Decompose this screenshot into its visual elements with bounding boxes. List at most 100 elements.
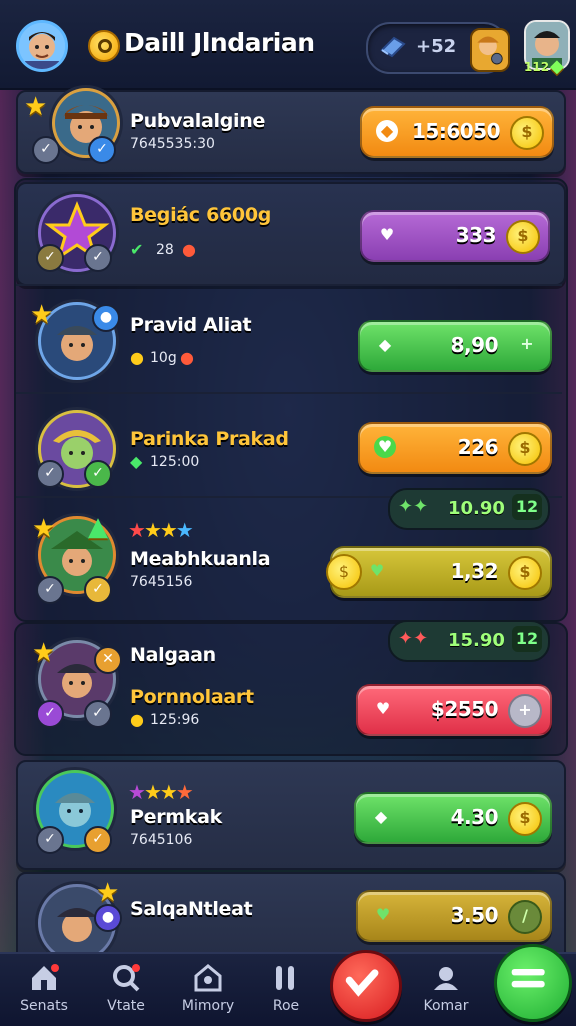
player-stat: 7645106: [130, 832, 193, 848]
close-icon: ✕: [94, 646, 122, 674]
heart-icon: ♥: [375, 699, 391, 718]
coin-icon: $: [326, 554, 362, 590]
nav-label: Mimory: [181, 998, 235, 1014]
menu-button[interactable]: [494, 944, 572, 1022]
star-icon: ★: [32, 514, 56, 544]
star-icon: ★: [30, 300, 54, 330]
currency-value: +52: [416, 36, 457, 57]
player-name: Nalgaan: [130, 644, 216, 666]
rating-stars: ★★★★: [128, 780, 194, 804]
divider: [16, 392, 562, 394]
star-icon: ★: [32, 638, 56, 668]
star-icon: ★: [96, 878, 120, 908]
check-icon: ✓: [84, 460, 112, 488]
bid-button[interactable]: ♥ 226 $: [358, 422, 552, 474]
sparkle-icon: ✦✦: [398, 628, 429, 649]
player-name: Pravid Aliat: [130, 314, 252, 336]
reward-pill[interactable]: ✦✦ 15.90 12: [388, 620, 550, 662]
divider: [16, 284, 562, 286]
player-name: Begiác 6600g: [130, 204, 272, 226]
bid-button[interactable]: ◆ 4.30 $: [354, 792, 552, 844]
nav-item-roe[interactable]: Roe: [246, 954, 326, 1026]
check-icon: ✓: [84, 244, 112, 272]
nav-item-home[interactable]: Senats: [4, 954, 84, 1026]
reward-badge: 12: [512, 494, 542, 520]
player-stat: 125:00: [150, 454, 200, 470]
nav-item-komar[interactable]: Komar: [406, 954, 486, 1026]
player-title: Pornnolaart: [130, 686, 254, 708]
hero-icon: [470, 28, 510, 72]
info-icon: ●: [92, 304, 120, 332]
reward-value: 10.90: [448, 498, 505, 519]
search-icon: [113, 964, 140, 992]
rating-stars: ★★★★: [128, 518, 194, 542]
check-icon: ✓: [84, 826, 112, 854]
heart-icon: ♥: [379, 225, 395, 244]
gem-icon: ◆: [378, 335, 392, 354]
top-bar: Daill Jlndarian +52 112 ◆: [0, 0, 576, 90]
player-stat: 10g: [150, 350, 177, 366]
player-stat: 28: [156, 242, 174, 258]
bid-button[interactable]: ◆ 8,90 +: [358, 320, 552, 372]
bid-button[interactable]: ♥ 3.50 /: [356, 890, 552, 942]
action-button[interactable]: [330, 950, 402, 1022]
player-stat: 7645156: [130, 574, 193, 590]
info-icon: ●: [94, 904, 122, 932]
reward-badge: 12: [512, 626, 542, 652]
bid-button[interactable]: ♥ 333 $: [360, 210, 550, 262]
check-mini-icon: ✔: [130, 240, 144, 259]
gem-mini-icon: ◆: [130, 452, 143, 471]
nav-item-memory[interactable]: Mimory: [168, 954, 248, 1026]
reward-pill[interactable]: ✦✦ 10.90 12: [388, 488, 550, 530]
bid-value: 226: [457, 435, 499, 459]
player-name: Meabhkuanla: [130, 548, 271, 570]
coin-icon: $: [506, 220, 540, 254]
star-icon: ★: [24, 92, 48, 122]
check-icon: ✓: [36, 576, 64, 604]
coin-icon: $: [508, 432, 542, 466]
bid-button[interactable]: ◆ 15:6050 $: [360, 106, 554, 158]
bid-value: 3.50: [450, 903, 499, 927]
check-icon: ✓: [36, 826, 64, 854]
bid-button[interactable]: $ ♥ 1,32 $: [326, 546, 552, 598]
coin-icon: $: [508, 802, 542, 836]
check-icon: ✓: [36, 700, 64, 728]
heart-check-icon: [345, 969, 379, 997]
bottom-nav: Senats Vtate Mimory Roe Komar: [0, 952, 576, 1026]
profile-avatar[interactable]: [16, 20, 68, 72]
home-icon: [32, 964, 59, 990]
heart-icon: ♥: [369, 561, 385, 580]
gem-icon: ◆: [374, 807, 388, 826]
profile-icon: [434, 967, 458, 990]
currency-display[interactable]: +52: [366, 22, 510, 74]
nav-label: Senats: [20, 998, 68, 1014]
nav-item-search[interactable]: Vtate: [86, 954, 166, 1026]
plus-icon: +: [508, 694, 542, 728]
gem-icon: [380, 36, 406, 58]
bid-value: 1,32: [450, 559, 499, 583]
sparkle-icon: ✦✦: [398, 496, 429, 517]
player-stat: 7645535:30: [130, 136, 215, 152]
bid-value: 15:6050: [412, 119, 501, 143]
player-name: Permkak: [130, 806, 222, 828]
heart-icon: ♥: [375, 905, 391, 924]
bid-value: 333: [455, 223, 497, 247]
bid-value: $2550: [430, 697, 499, 721]
bid-button[interactable]: ♥ $2550 +: [356, 684, 552, 736]
player-name: Parinka Prakad: [130, 428, 289, 450]
bid-value: 4.30: [450, 805, 499, 829]
level-star-icon: ◆: [550, 56, 564, 77]
fire-icon: ●: [180, 348, 194, 367]
profile-face-icon: [19, 23, 65, 69]
arrow-up-icon: ▲: [88, 512, 108, 542]
search-icon[interactable]: [88, 30, 120, 62]
bid-value: 8,90: [450, 333, 499, 357]
level-badge: 112: [524, 60, 550, 74]
plus-icon: +: [520, 334, 534, 353]
coin-icon: $: [508, 556, 542, 590]
house-icon: [194, 964, 222, 992]
player-name: SalqaNtleat: [130, 898, 253, 920]
reward-value: 15.90: [448, 630, 505, 651]
check-icon: ✓: [84, 700, 112, 728]
player-stat: 125:96: [150, 712, 200, 728]
